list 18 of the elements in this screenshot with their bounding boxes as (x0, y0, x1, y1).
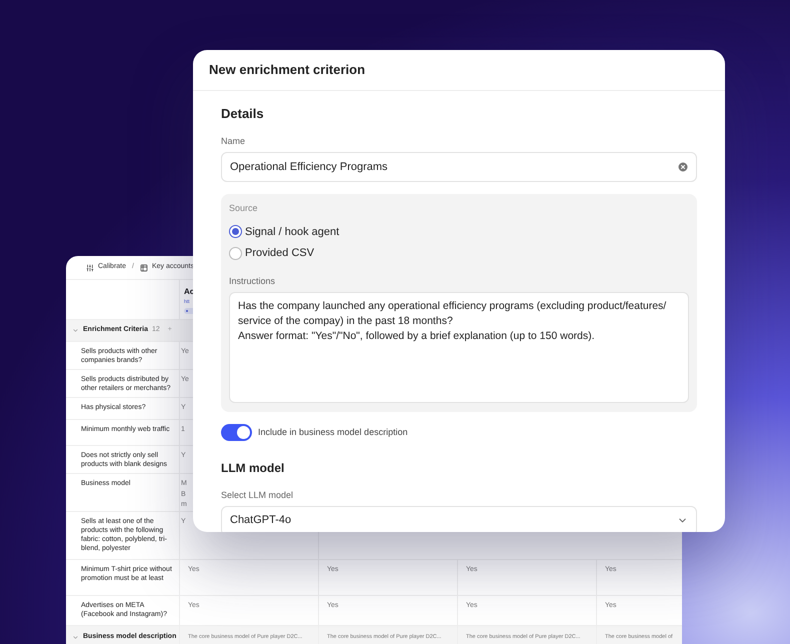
toggle-switch[interactable] (221, 424, 252, 441)
radio-label[interactable]: Signal / hook agent (245, 224, 340, 240)
field-label: Instructions (229, 274, 276, 288)
model-select[interactable]: ChatGPT-4o (221, 506, 697, 532)
name-field[interactable]: Operational Efficiency Programs (221, 152, 697, 182)
field-label: Select LLM model (221, 489, 294, 502)
instructions-field[interactable]: Has the company launched any operational efficiency programs (excluding product/features/ service of the compay) in the past 18 months? Answer format: "Yes"/"No", followed by a brief explanation (up to 150 words). (229, 292, 689, 403)
radio-button[interactable] (229, 246, 242, 260)
sliders-icon (86, 264, 94, 272)
section-heading: Details (221, 105, 265, 123)
field-label: Source (229, 202, 259, 215)
dialog-title: New enrichment criterion (209, 61, 366, 80)
toggle-label: Include in business model description (258, 426, 408, 439)
radio-button[interactable] (229, 225, 242, 238)
section-heading: LLM model (221, 460, 286, 477)
field-label: Name (221, 134, 246, 148)
radio-label[interactable]: Provided CSV (245, 245, 314, 262)
table-icon (140, 264, 148, 272)
